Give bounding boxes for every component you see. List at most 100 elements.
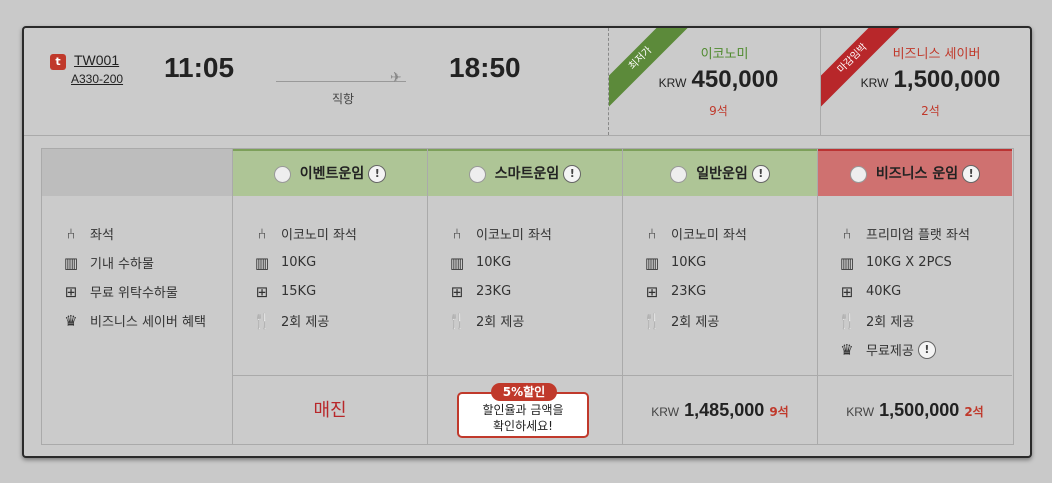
info-icon[interactable]: ! (962, 165, 981, 183)
fare-column-header[interactable]: 스마트운임! (428, 149, 622, 196)
benefit-checked-bag: ⊞ 23KG (446, 277, 552, 306)
benefit-seat: ⑃ 이코노미 좌석 (446, 219, 551, 248)
fare-column-header[interactable]: 비즈니스 운임! (818, 149, 1012, 196)
fare-currency: KRW (658, 76, 687, 90)
route-type-label: 직항 (332, 92, 355, 106)
fare-seats: 2석 (921, 104, 940, 118)
info-icon[interactable]: ! (751, 165, 770, 183)
cutlery-icon: 🍴 (642, 311, 662, 330)
cutlery-icon: 🍴 (837, 311, 857, 330)
carry-on-bag-icon: ▥ (63, 253, 79, 272)
price-currency: KRW (651, 405, 680, 419)
seat-icon: ⑃ (257, 224, 267, 243)
fare-benefit-list: ⑃ 프리미엄 플랫 좌석 ▥ 10KG X 2PCS ⊞ 40KG 🍴 2회 제공 ♛ 무… (836, 219, 970, 364)
fare-amount: 450,000 (691, 66, 779, 93)
cutlery-icon: 🍴 (252, 311, 272, 330)
benefit-meal: 🍴 2회 제공 (447, 311, 525, 331)
fare-class-name: 비즈니스 세이버 (892, 47, 981, 62)
benefit-meal: 🍴 2회 제공 (837, 311, 915, 331)
luggage-cart-icon: ⊞ (840, 282, 854, 301)
fare-column-title: 이벤트운임 (299, 166, 365, 182)
price-amount: 1,500,000 (879, 400, 960, 420)
benefit-meal: 🍴 2회 제공 (642, 311, 720, 331)
benefit-business: ♛ 무료제공! (836, 335, 970, 364)
benefit-carry-on: ▥ 10KG X 2PCS (836, 248, 970, 277)
fare-benefit-list: ⑃ 이코노미 좌석 ▥ 10KG ⊞ 23KG 🍴 2회 제공 (446, 219, 552, 335)
fare-column-title: 비즈니스 운임 (875, 166, 959, 182)
benefit-checked-bag: ⊞ 15KG (251, 277, 357, 306)
fare-column-title: 일반운임 (696, 166, 748, 182)
cutlery-icon: 🍴 (447, 311, 467, 330)
fare-radio[interactable] (849, 165, 867, 183)
info-icon[interactable]: ! (563, 165, 582, 183)
carry-on-bag-icon: ▥ (644, 253, 660, 272)
fare-class-name: 이코노미 (700, 47, 749, 62)
fare-column-event: 이벤트운임! ⑃ 이코노미 좌석 ▥ 10KG ⊞ 15KG 🍴 2회 제공 매진 (232, 149, 427, 444)
discount-badge: 5%할인 (491, 383, 557, 401)
aircraft-type-link[interactable]: A330-200 (71, 72, 123, 86)
benefit-carry-on: ▥ 10KG (446, 248, 552, 277)
benefit-meal: 🍴 2회 제공 (252, 311, 330, 331)
arrival-time: 18:50 (449, 52, 521, 83)
flat-seat-icon: ⑃ (842, 224, 852, 243)
luggage-cart-icon: ⊞ (450, 282, 464, 301)
feature-business-benefit: ♛ 비즈니스 세이버 혜택 (60, 306, 206, 335)
feature-list: ⑃ 좌석 ▥ 기내 수하물 ⊞ 무료 위탁수하물 ♛ 비즈니스 세이버 혜택 (60, 219, 206, 335)
seats-left: 2석 (964, 405, 984, 419)
info-icon[interactable]: ! (917, 340, 936, 359)
fare-seats: 9석 (709, 104, 728, 118)
fare-radio[interactable] (670, 165, 688, 183)
fare-footer[interactable]: KRW 1,500,000 2석 (818, 375, 1012, 444)
crown-icon: ♛ (840, 340, 854, 359)
route-line (276, 81, 406, 82)
benefit-seat: ⑃ 이코노미 좌석 (251, 219, 356, 248)
fare-column-normal: 일반운임! ⑃ 이코노미 좌석 ▥ 10KG ⊞ 23KG 🍴 2회 제공 KRW 1,… (622, 149, 817, 444)
fare-column-business: 비즈니스 운임! ⑃ 프리미엄 플랫 좌석 ▥ 10KG X 2PCS ⊞ 40KG … (817, 149, 1012, 444)
benefit-seat: ⑃ 이코노미 좌석 (641, 219, 746, 248)
plane-icon: ✈ (390, 70, 402, 86)
fare-footer[interactable]: KRW 1,485,000 9석 (623, 375, 817, 444)
fare-column-title: 스마트운임 (494, 166, 560, 182)
seats-left: 9석 (769, 405, 789, 419)
fare-summary-economy[interactable]: 최저가 이코노미 KRW 450,000 9석 (608, 28, 820, 135)
fare-radio[interactable] (273, 165, 291, 183)
fare-benefit-list: ⑃ 이코노미 좌석 ▥ 10KG ⊞ 15KG 🍴 2회 제공 (251, 219, 357, 335)
price-amount: 1,485,000 (684, 400, 765, 420)
fare-column-smart: 스마트운임! ⑃ 이코노미 좌석 ▥ 10KG ⊞ 23KG 🍴 2회 제공 5%할인 … (427, 149, 622, 444)
fare-column-header[interactable]: 이벤트운임! (233, 149, 427, 196)
luggage-cart-icon: ⊞ (645, 282, 659, 301)
fare-comparison-table: ⑃ 좌석 ▥ 기내 수하물 ⊞ 무료 위탁수하물 ♛ 비즈니스 세이버 혜택 이벤트운임… (41, 148, 1014, 445)
price-currency: KRW (846, 405, 875, 419)
carry-on-bag-icon: ▥ (254, 253, 270, 272)
fare-footer: 매진 (233, 375, 427, 444)
feature-column-header (42, 149, 232, 196)
fare-radio[interactable] (468, 165, 486, 183)
benefit-seat: ⑃ 프리미엄 플랫 좌석 (836, 219, 969, 248)
discount-promo-button[interactable]: 5%할인 할인율과 금액을 확인하세요! (457, 383, 589, 438)
benefit-checked-bag: ⊞ 40KG (836, 277, 970, 306)
flight-card: t TW001 A330-200 11:05 ✈ 직항 18:50 최저가 이코… (22, 26, 1032, 458)
fare-amount: 1,500,000 (893, 66, 1001, 93)
carry-on-bag-icon: ▥ (449, 253, 465, 272)
feature-checked-bag: ⊞ 무료 위탁수하물 (60, 277, 206, 306)
feature-column: ⑃ 좌석 ▥ 기내 수하물 ⊞ 무료 위탁수하물 ♛ 비즈니스 세이버 혜택 (42, 149, 232, 444)
fare-column-header[interactable]: 일반운임! (623, 149, 817, 196)
crown-icon: ♛ (64, 311, 78, 330)
luggage-cart-icon: ⊞ (64, 282, 78, 301)
info-icon[interactable]: ! (368, 165, 387, 183)
fare-benefit-list: ⑃ 이코노미 좌석 ▥ 10KG ⊞ 23KG 🍴 2회 제공 (641, 219, 747, 335)
feature-carry-on: ▥ 기내 수하물 (60, 248, 206, 277)
benefit-carry-on: ▥ 10KG (641, 248, 747, 277)
seat-icon: ⑃ (66, 224, 76, 243)
seat-icon: ⑃ (452, 224, 462, 243)
sold-out-label: 매진 (313, 400, 347, 421)
fare-price: KRW 1,500,000 (821, 66, 1032, 94)
fare-footer: 5%할인 할인율과 금액을 확인하세요! (428, 375, 622, 444)
airline-logo: t (50, 54, 66, 70)
feature-seat: ⑃ 좌석 (60, 219, 206, 248)
fare-summary-business-saver[interactable]: 마감임박 비즈니스 세이버 KRW 1,500,000 2석 (820, 28, 1032, 135)
departure-time: 11:05 (164, 52, 235, 83)
seat-icon: ⑃ (647, 224, 657, 243)
carry-on-bag-icon: ▥ (839, 253, 855, 272)
flight-number-link[interactable]: TW001 (74, 52, 119, 68)
